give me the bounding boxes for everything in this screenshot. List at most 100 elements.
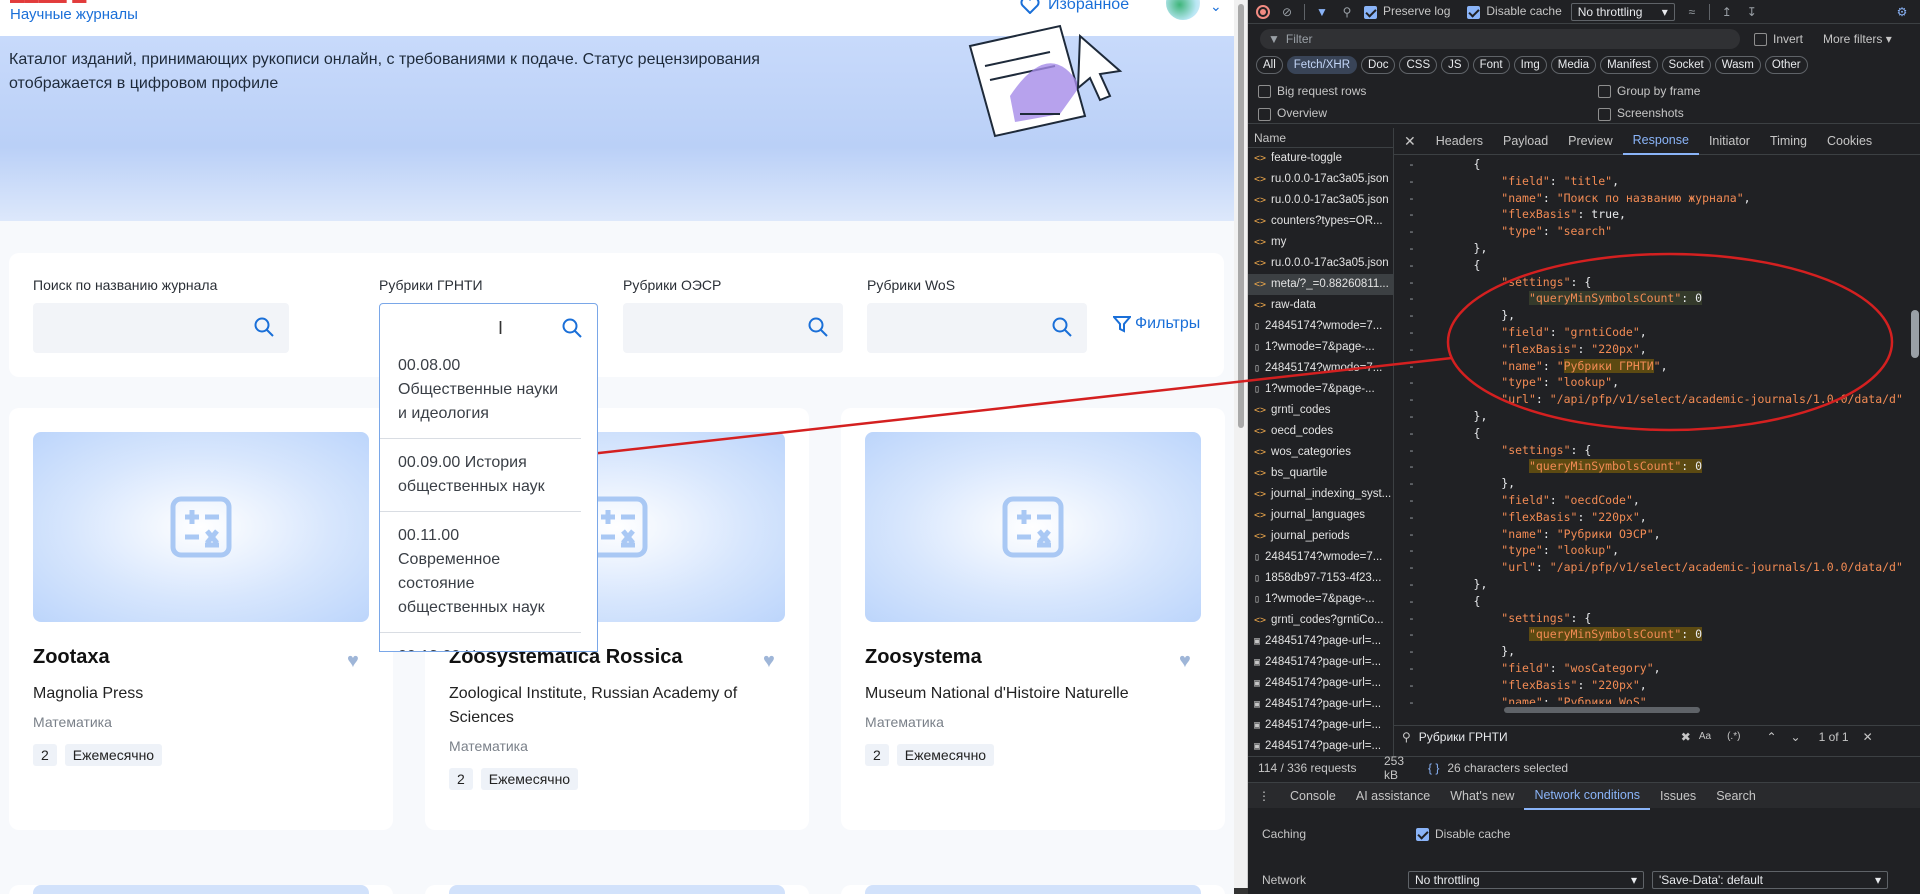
request-row[interactable]: ▯ 24845174?wmode=7... [1248,547,1393,568]
filters-button[interactable]: Фильтры [1113,315,1200,333]
clear-search-icon[interactable]: ✖ [1681,730,1691,744]
avatar[interactable] [1166,0,1200,20]
tab-timing[interactable]: Timing [1760,128,1817,154]
horizontal-scrollbar[interactable] [1394,705,1920,715]
type-filter-media[interactable]: Media [1550,56,1597,74]
journal-card-partial[interactable] [9,885,393,894]
dropdown-option[interactable]: 00.09.00 История общественных наук [380,439,581,512]
request-row[interactable]: ▯ 24845174?wmode=7... [1248,316,1393,337]
match-case-button[interactable]: Aa [1699,731,1711,742]
request-row[interactable]: ▣ 24845174?page-url=... [1248,715,1393,736]
clear-icon[interactable]: ⊘ [1279,4,1295,20]
response-search-input[interactable]: Рубрики ГРНТИ [1419,730,1673,744]
heart-icon[interactable]: ♥ [347,650,359,673]
chevron-down-icon[interactable]: ⌄ [1791,730,1801,744]
journal-card-partial[interactable] [841,885,1225,894]
search-icon[interactable] [1051,316,1073,338]
journal-card[interactable]: Zoosystema ♥ Museum National d'Histoire … [841,408,1225,830]
wos-input[interactable] [867,303,1087,353]
tab-payload[interactable]: Payload [1493,128,1558,154]
request-row[interactable]: <> ru.0.0.0-17ac3a05.json [1248,253,1393,274]
request-row[interactable]: ▣ 24845174?page-url=... [1248,694,1393,715]
brand-subtitle[interactable]: Научные журналы [10,6,138,23]
request-row[interactable]: ▣ 24845174?page-url=... [1248,736,1393,756]
dropdown-option[interactable]: 00.11.00 Современное состояние обществен… [380,512,581,633]
type-filter-manifest[interactable]: Manifest [1600,56,1658,74]
network-throttling-select[interactable]: No throttling ▾ [1408,871,1644,889]
heart-icon[interactable]: ♥ [1179,650,1191,673]
response-viewer[interactable]: - {- "field": "title", - "name": "Поиск п… [1394,156,1920,704]
type-filter-socket[interactable]: Socket [1661,56,1711,74]
filter-bar[interactable]: ▼ Filter [1260,29,1740,49]
request-row[interactable]: ▣ 24845174?page-url=... [1248,673,1393,694]
name-column-header[interactable]: Name [1248,128,1394,148]
request-row[interactable]: ▯ 1858db97-7153-4f23... [1248,568,1393,589]
dropdown-option[interactable]: 00.08.00 Общественные науки и идеология [380,342,581,439]
type-filter-wasm[interactable]: Wasm [1714,56,1761,74]
request-row[interactable]: <> journal_periods [1248,526,1393,547]
request-row[interactable]: ▯ 24845174?wmode=7... [1248,358,1393,379]
search-icon[interactable]: ⚲ [1339,4,1355,20]
throttling-select[interactable]: No throttling ▾ [1570,2,1675,21]
braces-icon[interactable]: { } [1428,761,1439,775]
group-frame-checkbox[interactable]: Group by frame [1598,84,1700,99]
regex-button[interactable]: (.*) [1727,731,1740,742]
invert-checkbox[interactable]: Invert [1754,32,1803,47]
type-filter-js[interactable]: JS [1441,56,1469,74]
tab-initiator[interactable]: Initiator [1699,128,1760,154]
page-scrollbar[interactable] [1234,0,1248,894]
request-row[interactable]: <> feature-toggle [1248,148,1393,169]
big-rows-checkbox[interactable]: Big request rows [1258,84,1598,99]
type-filter-all[interactable]: All [1256,56,1283,74]
tab-preview[interactable]: Preview [1558,128,1622,154]
drawer-tab-ai-assistance[interactable]: AI assistance [1346,783,1440,809]
download-icon[interactable]: ↧ [1744,4,1760,20]
request-row[interactable]: <> my [1248,232,1393,253]
request-row[interactable]: <> grnti_codes?grntiCo... [1248,610,1393,631]
type-filter-font[interactable]: Font [1472,56,1510,74]
drawer-tab-issues[interactable]: Issues [1650,783,1706,809]
wifi-icon[interactable]: ≈ [1684,4,1700,20]
drawer-tab-console[interactable]: Console [1280,783,1346,809]
request-row[interactable]: <> ru.0.0.0-17ac3a05.json [1248,169,1393,190]
scrollbar-thumb[interactable] [1238,4,1244,428]
request-row[interactable]: <> bs_quartile [1248,463,1393,484]
filter-icon[interactable]: ▼ [1314,4,1330,20]
tab-cookies[interactable]: Cookies [1817,128,1882,154]
type-filter-img[interactable]: Img [1513,56,1547,74]
chevron-up-icon[interactable]: ⌃ [1766,730,1776,744]
tab-headers[interactable]: Headers [1426,128,1493,154]
journal-card-partial[interactable] [425,885,809,894]
type-filter-doc[interactable]: Doc [1361,56,1396,74]
title-search-input[interactable] [33,303,289,353]
disable-cache-checkbox[interactable]: Disable cache [1467,4,1562,19]
request-row[interactable]: <> journal_indexing_syst... [1248,484,1393,505]
search-icon[interactable] [253,316,275,338]
search-icon[interactable] [807,316,829,338]
scrollbar-thumb[interactable] [1504,707,1700,713]
request-row[interactable]: <> ru.0.0.0-17ac3a05.json [1248,190,1393,211]
request-row[interactable]: <> meta/?_=0.88260811... [1248,274,1393,295]
close-icon[interactable]: ✕ [1394,133,1426,150]
type-filter-fetchxhr[interactable]: Fetch/XHR [1286,56,1358,74]
request-row[interactable]: ▯ 1?wmode=7&page-... [1248,379,1393,400]
more-vert-icon[interactable]: ⋮ [1258,789,1280,803]
heart-icon[interactable]: ♥ [763,650,775,673]
oecd-input[interactable] [623,303,843,353]
close-icon[interactable]: ✕ [1863,730,1873,744]
request-row[interactable]: ▣ 24845174?page-url=... [1248,652,1393,673]
upload-icon[interactable]: ↥ [1719,4,1735,20]
request-row[interactable]: <> journal_languages [1248,505,1393,526]
request-row[interactable]: ▯ 1?wmode=7&page-... [1248,589,1393,610]
dropdown-option[interactable]: 00.13.00 Научные [380,633,581,651]
type-filter-other[interactable]: Other [1764,56,1808,74]
request-row[interactable]: <> grnti_codes [1248,400,1393,421]
save-data-select[interactable]: 'Save-Data': default ▾ [1652,871,1888,889]
drawer-disable-cache-checkbox[interactable]: Disable cache [1416,827,1510,842]
drawer-tab-network-conditions[interactable]: Network conditions [1524,782,1651,810]
request-row[interactable]: <> oecd_codes [1248,421,1393,442]
response-scroll-thumb[interactable] [1911,310,1919,358]
journal-title[interactable]: Zoosystema [865,646,982,669]
drawer-tab-search[interactable]: Search [1706,783,1766,809]
request-row[interactable]: <> raw-data [1248,295,1393,316]
